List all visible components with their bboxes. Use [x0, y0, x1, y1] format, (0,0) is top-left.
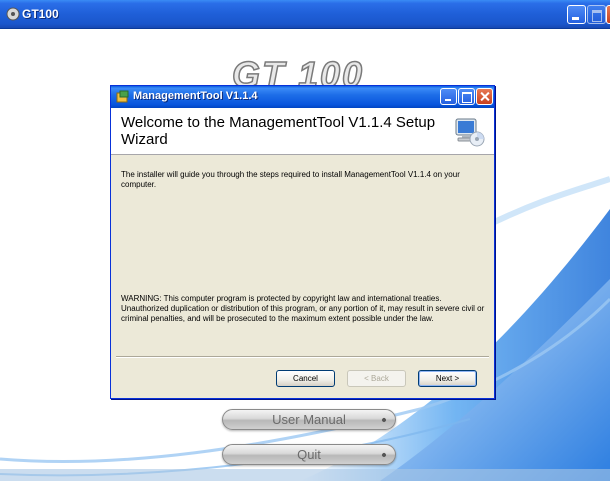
app-icon [6, 7, 20, 21]
user-manual-label: User Manual [272, 412, 346, 427]
copyright-warning-text: WARNING: This computer program is protec… [121, 294, 485, 323]
outer-titlebar[interactable]: GT100 [0, 0, 610, 29]
wizard-heading: Welcome to the ManagementTool V1.1.4 Set… [121, 114, 436, 148]
close-button[interactable] [606, 5, 610, 24]
quit-label: Quit [297, 447, 321, 462]
cancel-button[interactable]: Cancel [276, 370, 335, 387]
dialog-header: Welcome to the ManagementTool V1.1.4 Set… [111, 108, 494, 155]
maximize-button[interactable] [587, 5, 606, 24]
back-button[interactable]: < Back [347, 370, 406, 387]
next-button[interactable]: Next > [418, 370, 477, 387]
bullet-icon [381, 452, 387, 458]
computer-cd-icon [455, 118, 485, 147]
gt100-window: GT100 GT 100 User Manual Quit Management… [0, 0, 610, 481]
outer-window-title: GT100 [22, 7, 59, 21]
button-separator [116, 356, 489, 358]
user-manual-button[interactable]: User Manual [222, 409, 396, 430]
dialog-close-button[interactable] [476, 88, 493, 105]
dialog-titlebar[interactable]: ManagementTool V1.1.4 [111, 86, 494, 108]
dialog-title: ManagementTool V1.1.4 [133, 90, 258, 102]
quit-button[interactable]: Quit [222, 444, 396, 465]
setup-wizard-dialog: ManagementTool V1.1.4 Welcome to the Man… [110, 85, 495, 399]
installer-icon [116, 90, 129, 103]
dialog-minimize-button[interactable] [440, 88, 457, 105]
dialog-maximize-button[interactable] [458, 88, 475, 105]
wizard-intro-text: The installer will guide you through the… [121, 170, 460, 189]
bullet-icon [381, 417, 387, 423]
minimize-button[interactable] [567, 5, 586, 24]
